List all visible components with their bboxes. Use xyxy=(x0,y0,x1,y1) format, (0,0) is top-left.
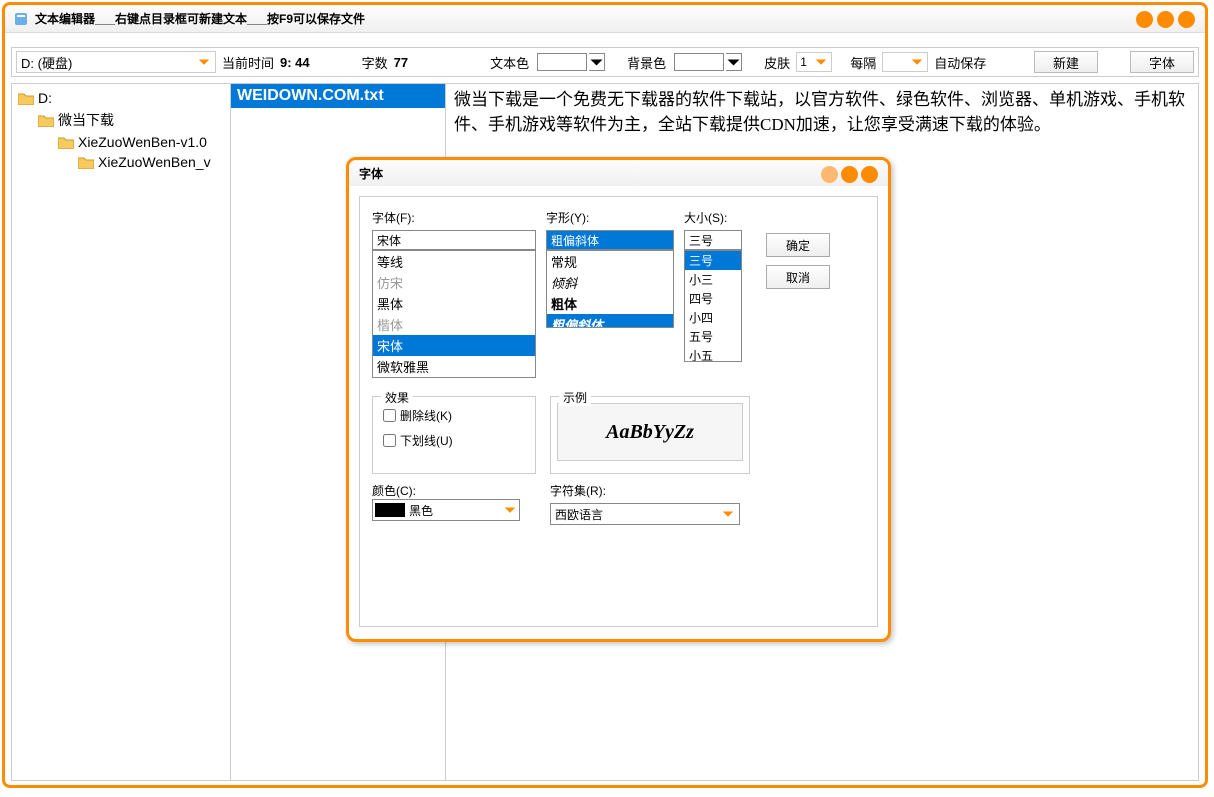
textcolor-label: 文本色 xyxy=(490,53,529,72)
size-label: 大小(S): xyxy=(684,209,746,226)
list-item-selected[interactable]: 粗偏斜体 xyxy=(547,314,673,328)
drive-value: D: (硬盘) xyxy=(21,53,72,72)
list-item[interactable]: 微软雅黑 xyxy=(373,356,535,377)
charset-select[interactable]: 西欧语言 xyxy=(550,503,740,525)
list-item[interactable]: 楷体 xyxy=(373,314,535,335)
interval-select[interactable] xyxy=(882,52,928,72)
skin-value: 1 xyxy=(800,55,807,69)
skin-label: 皮肤 xyxy=(764,53,790,72)
charset-label: 字符集(R): xyxy=(550,484,606,498)
folder-icon xyxy=(18,92,34,105)
dialog-close-button[interactable] xyxy=(861,166,878,183)
new-button[interactable]: 新建 xyxy=(1034,51,1098,73)
sample-legend: 示例 xyxy=(559,389,591,406)
font-list[interactable]: 等线 仿宋 黑体 楷体 宋体 微软雅黑 新宋体 xyxy=(372,250,536,378)
style-input[interactable] xyxy=(546,230,674,250)
chevron-down-icon xyxy=(721,507,735,521)
font-label: 字体(F): xyxy=(372,209,536,226)
window-controls xyxy=(1136,11,1195,28)
tree-item[interactable]: XieZuoWenBen_v xyxy=(14,152,228,172)
dialog-titlebar: 字体 xyxy=(349,160,888,186)
list-item[interactable]: 新宋体 xyxy=(373,377,535,378)
cancel-button[interactable]: 取消 xyxy=(766,265,830,289)
list-item[interactable]: 五号 xyxy=(685,327,741,346)
list-item[interactable]: 等线 xyxy=(373,251,535,272)
chevron-down-icon xyxy=(503,503,517,517)
time-label: 当前时间 xyxy=(222,53,274,72)
ok-button[interactable]: 确定 xyxy=(766,233,830,257)
font-dialog: 字体 字体(F): 等线 仿宋 黑体 楷体 宋体 微软雅黑 新宋体 xyxy=(346,157,891,642)
autosave-label: 自动保存 xyxy=(934,53,986,72)
list-item[interactable]: 仿宋 xyxy=(373,272,535,293)
folder-tree[interactable]: D: 微当下载 XieZuoWenBen-v1.0 XieZuoWenBen_v xyxy=(11,83,231,781)
wordcount-label: 字数 xyxy=(362,53,388,72)
drive-select[interactable]: D: (硬盘) xyxy=(16,51,216,73)
folder-icon xyxy=(58,136,74,149)
chevron-down-icon xyxy=(910,55,924,69)
color-select[interactable]: 黑色 xyxy=(372,499,520,521)
window-title: 文本编辑器___右键点目录框可新建文本___按F9可以保存文件 xyxy=(35,10,365,27)
list-item[interactable]: 粗体 xyxy=(547,293,673,314)
strike-checkbox[interactable]: 删除线(K) xyxy=(383,407,525,424)
toolbar: D: (硬盘) 当前时间 9: 44 字数 77 文本色 背景色 皮肤 1 每隔… xyxy=(11,47,1199,77)
dialog-title: 字体 xyxy=(359,165,383,182)
list-item[interactable]: 四号 xyxy=(685,289,741,308)
style-label: 字形(Y): xyxy=(546,209,674,226)
skin-select[interactable]: 1 xyxy=(796,52,832,72)
folder-icon xyxy=(38,114,54,127)
time-value: 9: 44 xyxy=(280,55,310,70)
minimize-button[interactable] xyxy=(1136,11,1153,28)
font-button[interactable]: 字体 xyxy=(1130,51,1194,73)
textcolor-picker[interactable] xyxy=(535,53,605,71)
color-swatch xyxy=(375,503,405,517)
list-item-selected[interactable]: 宋体 xyxy=(373,335,535,356)
list-item[interactable]: 常规 xyxy=(547,251,673,272)
tree-item[interactable]: 微当下载 xyxy=(14,108,228,132)
titlebar: 文本编辑器___右键点目录框可新建文本___按F9可以保存文件 xyxy=(5,5,1205,33)
tree-item[interactable]: XieZuoWenBen-v1.0 xyxy=(14,132,228,152)
dialog-min-button[interactable] xyxy=(821,166,838,183)
tree-root[interactable]: D: xyxy=(14,88,228,108)
list-item[interactable]: 小四 xyxy=(685,308,741,327)
close-button[interactable] xyxy=(1178,11,1195,28)
list-item[interactable]: 黑体 xyxy=(373,293,535,314)
app-icon xyxy=(13,11,29,27)
bgcolor-picker[interactable] xyxy=(672,53,742,71)
list-item[interactable]: 小五 xyxy=(685,346,741,362)
style-list[interactable]: 常规 倾斜 粗体 粗偏斜体 xyxy=(546,250,674,328)
wordcount-value: 77 xyxy=(394,55,408,70)
chevron-down-icon xyxy=(197,55,211,69)
list-item-selected[interactable]: 三号 xyxy=(685,251,741,270)
effects-legend: 效果 xyxy=(381,389,413,406)
sample-preview: AaBbYyZz xyxy=(557,403,743,461)
color-label: 颜色(C): xyxy=(372,484,416,498)
chevron-down-icon xyxy=(814,55,828,69)
interval-label: 每隔 xyxy=(850,53,876,72)
dialog-max-button[interactable] xyxy=(841,166,858,183)
bgcolor-label: 背景色 xyxy=(627,53,666,72)
size-input[interactable] xyxy=(684,230,742,250)
font-input[interactable] xyxy=(372,230,536,250)
underline-checkbox[interactable]: 下划线(U) xyxy=(383,432,525,449)
maximize-button[interactable] xyxy=(1157,11,1174,28)
list-item[interactable]: 小三 xyxy=(685,270,741,289)
folder-icon xyxy=(78,156,94,169)
file-item-selected[interactable]: WEIDOWN.COM.txt xyxy=(231,84,445,108)
size-list[interactable]: 三号 小三 四号 小四 五号 小五 六号 xyxy=(684,250,742,362)
list-item[interactable]: 倾斜 xyxy=(547,272,673,293)
